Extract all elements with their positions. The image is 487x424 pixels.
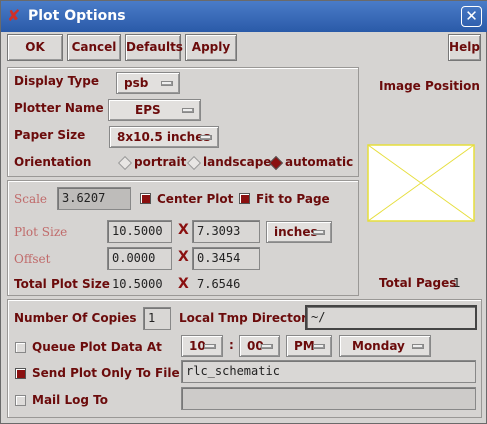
ampm-menu[interactable]: PM [286,335,332,357]
plot-size-width-field[interactable]: 10.5000 [107,220,172,243]
local-tmp-dir-label: Local Tmp Directory [179,311,315,325]
minute-menu[interactable]: 00 [239,335,280,357]
center-plot-label: Center Plot [157,192,234,206]
menu-indicator-icon [161,81,173,86]
center-plot-checkbox[interactable] [140,193,151,204]
hour-menu[interactable]: 10 [181,335,223,357]
ampm-value: PM [294,339,315,353]
total-pages-value: 1 [453,276,461,290]
image-position-preview [367,144,475,222]
offset-label: Offset [14,252,51,266]
time-colon: : [229,338,234,352]
send-to-file-label: Send Plot Only To File [32,366,180,380]
plot-size-label: Plot Size [14,225,68,239]
fit-to-page-label: Fit to Page [256,192,330,206]
x-logo-icon: ✘ [7,6,21,25]
cancel-button[interactable]: Cancel [67,34,121,61]
total-plot-size-label: Total Plot Size [14,277,110,291]
offset-y-field[interactable]: 0.3454 [192,247,260,270]
send-to-file-checkbox[interactable] [15,368,26,379]
mail-log-field[interactable] [181,387,476,410]
menu-indicator-icon [261,344,273,349]
orientation-landscape-label: landscape [203,155,272,169]
times-icon: X [178,249,189,265]
fit-to-page-checkbox[interactable] [239,193,250,204]
image-position-label: Image Position [379,79,480,93]
units-menu[interactable]: inches [266,221,332,243]
scale-field[interactable]: 3.6207 [57,187,131,210]
queue-plot-checkbox[interactable] [15,342,26,353]
plotter-name-menu[interactable]: EPS [108,99,201,121]
number-of-copies-label: Number Of Copies [14,311,137,325]
close-icon[interactable]: ✕ [461,6,482,27]
orientation-portrait-label: portrait [134,155,187,169]
day-value: Monday [352,339,405,353]
paper-size-menu[interactable]: 8x10.5 inches [109,126,219,148]
plot-options-window: ✘ Plot Options ✕ OK Cancel Defaults Appl… [0,0,487,424]
total-plot-size-height: 7.6546 [197,277,241,291]
window-title: Plot Options [28,8,126,24]
menu-indicator-icon [313,230,325,235]
plot-size-height-field[interactable]: 7.3093 [192,220,260,243]
title-bar[interactable]: ✘ Plot Options ✕ [1,1,487,32]
scale-label: Scale [14,192,48,206]
plotter-name-label: Plotter Name [14,101,104,115]
display-type-label: Display Type [14,74,99,88]
units-value: inches [274,225,318,239]
plotter-name-value: EPS [135,103,161,117]
defaults-button[interactable]: Defaults [125,34,183,61]
menu-indicator-icon [204,344,216,349]
times-icon: X [178,222,189,238]
total-pages-label: Total Pages [379,276,457,290]
orientation-automatic-label: automatic [285,155,354,169]
apply-button[interactable]: Apply [185,34,237,61]
tmp-dir-field[interactable]: ~/ [305,305,477,330]
menu-indicator-icon [313,344,325,349]
day-menu[interactable]: Monday [339,335,431,357]
display-type-menu[interactable]: psb [116,72,180,94]
menu-indicator-icon [412,344,424,349]
mail-log-checkbox[interactable] [15,395,26,406]
help-button[interactable]: Help [448,34,481,61]
offset-x-field[interactable]: 0.0000 [107,247,172,270]
ok-button[interactable]: OK [7,34,63,61]
queue-plot-label: Queue Plot Data At [32,340,162,354]
copies-field[interactable]: 1 [143,307,171,330]
paper-size-label: Paper Size [14,128,86,142]
mail-log-label: Mail Log To [32,393,108,407]
menu-indicator-icon [200,135,212,140]
total-plot-size-width: 10.5000 [112,277,163,291]
file-name-field[interactable]: rlc_schematic [181,360,476,383]
orientation-label: Orientation [14,155,92,169]
menu-indicator-icon [182,108,194,113]
display-type-value: psb [124,76,149,90]
paper-size-value: 8x10.5 inches [117,130,211,144]
times-icon: X [178,276,189,292]
